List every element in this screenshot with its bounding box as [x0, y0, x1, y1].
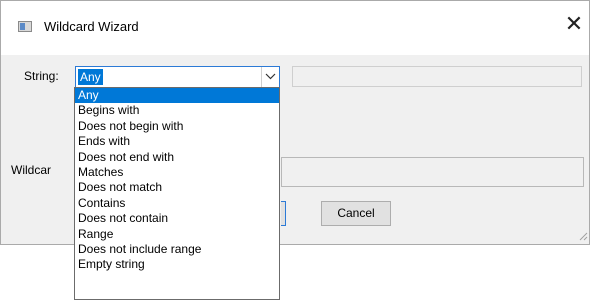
window-title: Wildcard Wizard: [44, 19, 139, 34]
string-match-combobox[interactable]: Any: [75, 66, 280, 88]
app-icon: [18, 21, 32, 32]
dropdown-option[interactable]: Matches: [75, 165, 279, 180]
string-label: String:: [24, 69, 59, 83]
ok-button[interactable]: [281, 201, 286, 226]
dropdown-list[interactable]: Any Begins with Does not begin with Ends wi…: [74, 87, 280, 300]
string-value-input: [292, 66, 582, 87]
dropdown-option[interactable]: Does not contain: [75, 211, 279, 226]
wildcard-output-field: [281, 157, 584, 187]
combo-selected-value: Any: [78, 69, 103, 85]
dropdown-option[interactable]: Contains: [75, 196, 279, 211]
chevron-down-icon: [265, 73, 276, 80]
dropdown-option[interactable]: Empty string: [75, 257, 279, 272]
resize-grip-icon[interactable]: [578, 231, 588, 241]
dropdown-option[interactable]: Ends with: [75, 134, 279, 149]
close-icon[interactable]: ✕: [561, 13, 587, 39]
cancel-button[interactable]: Cancel: [321, 201, 391, 226]
dropdown-option[interactable]: Any: [75, 88, 279, 104]
dropdown-option[interactable]: Begins with: [75, 103, 279, 118]
wildcard-label: Wildcar: [11, 163, 52, 177]
title-bar: Wildcard Wizard ✕: [1, 1, 589, 55]
dropdown-option[interactable]: Does not begin with: [75, 119, 279, 134]
dropdown-option[interactable]: Does not include range: [75, 242, 279, 257]
dropdown-option[interactable]: Does not match: [75, 180, 279, 195]
dropdown-button[interactable]: [261, 67, 279, 87]
dropdown-option[interactable]: Does not end with: [75, 150, 279, 165]
dropdown-option[interactable]: Range: [75, 227, 279, 242]
